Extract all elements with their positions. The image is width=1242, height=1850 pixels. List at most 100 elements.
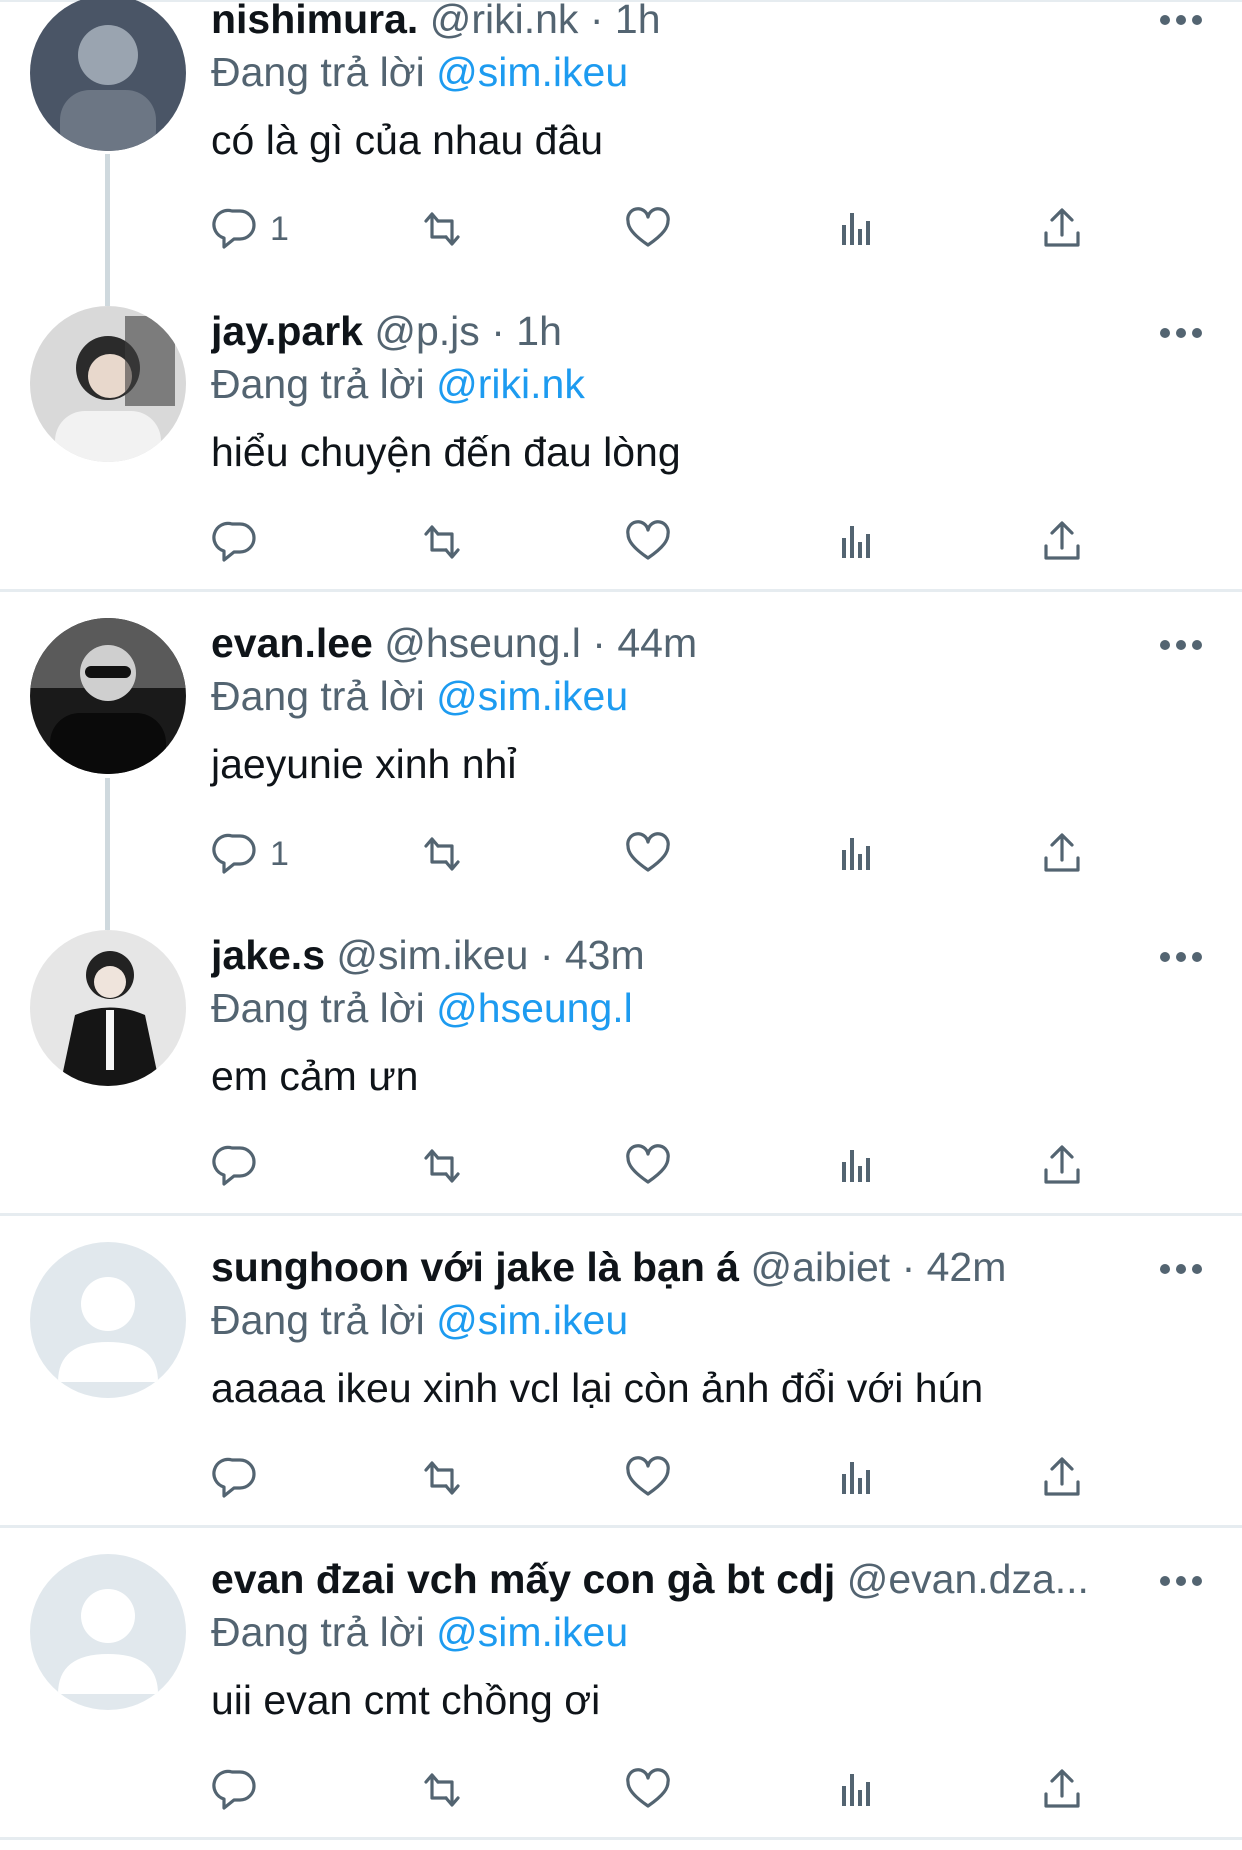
divider bbox=[0, 1525, 1242, 1528]
replying-to-label: Đang trả lời bbox=[211, 49, 425, 95]
retweet-button[interactable] bbox=[416, 824, 468, 884]
views-button[interactable] bbox=[830, 1448, 882, 1508]
reply-bubble-icon bbox=[212, 1457, 256, 1498]
display-name[interactable]: sunghoon với jake là bạn á bbox=[211, 1244, 739, 1290]
action-bar bbox=[0, 512, 1242, 572]
more-horizontal-icon bbox=[1160, 15, 1202, 25]
retweet-button[interactable] bbox=[416, 1760, 468, 1820]
tweet-header: evan.lee @hseung.l · 44m bbox=[211, 617, 1112, 669]
tweet-header: sunghoon với jake là bạn á @aibiet · 42m bbox=[211, 1241, 1112, 1293]
more-horizontal-icon bbox=[1160, 640, 1202, 650]
user-handle[interactable]: @riki.nk bbox=[430, 0, 579, 42]
reply-button[interactable] bbox=[210, 1448, 270, 1508]
mention-link[interactable]: @sim.ikeu bbox=[436, 49, 628, 95]
like-button[interactable] bbox=[622, 512, 674, 572]
display-name[interactable]: jake.s bbox=[211, 932, 325, 978]
divider bbox=[0, 1213, 1242, 1216]
avatar[interactable] bbox=[30, 930, 186, 1086]
timestamp[interactable]: 42m bbox=[927, 1244, 1007, 1290]
views-button[interactable] bbox=[830, 1760, 882, 1820]
avatar[interactable] bbox=[30, 1554, 186, 1710]
views-button[interactable] bbox=[830, 824, 882, 884]
like-button[interactable] bbox=[622, 199, 674, 259]
replying-to-line: Đang trả lời @riki.nk bbox=[211, 358, 585, 410]
action-bar bbox=[0, 1448, 1242, 1508]
share-button[interactable] bbox=[1036, 824, 1088, 884]
views-button[interactable] bbox=[830, 199, 882, 259]
display-name[interactable]: nishimura. bbox=[211, 0, 418, 42]
action-bar bbox=[0, 1136, 1242, 1196]
action-bar: 1 bbox=[0, 824, 1242, 884]
reply-count: 1 bbox=[270, 834, 289, 873]
user-handle[interactable]: @aibiet bbox=[751, 1244, 891, 1290]
tweet-text: jaeyunie xinh nhỉ bbox=[211, 741, 517, 787]
reply-button[interactable] bbox=[210, 1136, 270, 1196]
share-button[interactable] bbox=[1036, 1448, 1088, 1508]
more-horizontal-icon bbox=[1160, 1576, 1202, 1586]
mention-link[interactable]: @hseung.l bbox=[436, 985, 633, 1031]
more-options-button[interactable] bbox=[1155, 937, 1207, 977]
mention-link[interactable]: @sim.ikeu bbox=[436, 673, 628, 719]
separator-dot: · bbox=[491, 308, 505, 354]
share-button[interactable] bbox=[1036, 1136, 1088, 1196]
like-button[interactable] bbox=[622, 824, 674, 884]
mention-link[interactable]: @riki.nk bbox=[436, 361, 585, 407]
avatar[interactable] bbox=[30, 618, 186, 774]
user-handle[interactable]: @p.js bbox=[374, 308, 479, 354]
reply-button[interactable]: 1 bbox=[210, 824, 289, 884]
reply-button[interactable] bbox=[210, 1760, 270, 1820]
tweet-text: hiểu chuyện đến đau lòng bbox=[211, 429, 681, 475]
retweet-button[interactable] bbox=[416, 1448, 468, 1508]
share-button[interactable] bbox=[1036, 512, 1088, 572]
views-button[interactable] bbox=[830, 1136, 882, 1196]
avatar[interactable] bbox=[30, 306, 186, 462]
avatar[interactable] bbox=[30, 1242, 186, 1398]
reply-bubble-icon bbox=[212, 521, 256, 562]
user-handle[interactable]: @hseung.l bbox=[384, 620, 581, 666]
reply-button[interactable] bbox=[210, 512, 270, 572]
reply-button[interactable]: 1 bbox=[210, 199, 289, 259]
tweet-text: aaaaa ikeu xinh vcl lại còn ảnh đổi với … bbox=[211, 1365, 984, 1411]
more-options-button[interactable] bbox=[1155, 1561, 1207, 1601]
retweet-icon bbox=[424, 1461, 460, 1495]
tweet-text: uii evan cmt chồng ơi bbox=[211, 1677, 601, 1723]
like-button[interactable] bbox=[622, 1448, 674, 1508]
more-options-button[interactable] bbox=[1155, 625, 1207, 665]
timestamp[interactable]: 1h bbox=[615, 0, 661, 42]
display-name[interactable]: evan.lee bbox=[211, 620, 373, 666]
retweet-button[interactable] bbox=[416, 512, 468, 572]
retweet-icon bbox=[424, 1773, 460, 1807]
retweet-button[interactable] bbox=[416, 1136, 468, 1196]
more-options-button[interactable] bbox=[1155, 313, 1207, 353]
replying-to-line: Đang trả lời @sim.ikeu bbox=[211, 1294, 628, 1346]
views-bar-chart-icon bbox=[842, 1150, 870, 1182]
user-handle[interactable]: @evan.dza... bbox=[847, 1556, 1089, 1602]
replying-to-line: Đang trả lời @sim.ikeu bbox=[211, 46, 628, 98]
share-button[interactable] bbox=[1036, 1760, 1088, 1820]
timestamp[interactable]: 44m bbox=[617, 620, 697, 666]
more-options-button[interactable] bbox=[1155, 1249, 1207, 1289]
tweet-header: nishimura. @riki.nk · 1h bbox=[211, 0, 1112, 45]
like-button[interactable] bbox=[622, 1760, 674, 1820]
retweet-button[interactable] bbox=[416, 199, 468, 259]
replying-to-label: Đang trả lời bbox=[211, 361, 425, 407]
timestamp[interactable]: 1h bbox=[516, 308, 562, 354]
mention-link[interactable]: @sim.ikeu bbox=[436, 1609, 628, 1655]
replying-to-line: Đang trả lời @hseung.l bbox=[211, 982, 633, 1034]
share-button[interactable] bbox=[1036, 199, 1088, 259]
views-button[interactable] bbox=[830, 512, 882, 572]
mention-link[interactable]: @sim.ikeu bbox=[436, 1297, 628, 1343]
like-button[interactable] bbox=[622, 1136, 674, 1196]
views-bar-chart-icon bbox=[842, 213, 870, 245]
more-options-button[interactable] bbox=[1155, 0, 1207, 40]
display-name[interactable]: evan đzai vch mấy con gà bt cdj bbox=[211, 1556, 835, 1602]
separator-dot: · bbox=[592, 620, 606, 666]
display-name[interactable]: jay.park bbox=[211, 308, 363, 354]
avatar[interactable] bbox=[30, 0, 186, 151]
timestamp[interactable]: 43m bbox=[565, 932, 645, 978]
more-horizontal-icon bbox=[1160, 328, 1202, 338]
more-horizontal-icon bbox=[1160, 1264, 1202, 1274]
user-handle[interactable]: @sim.ikeu bbox=[336, 932, 528, 978]
reply-bubble-icon bbox=[212, 1145, 256, 1186]
divider bbox=[0, 1837, 1242, 1840]
